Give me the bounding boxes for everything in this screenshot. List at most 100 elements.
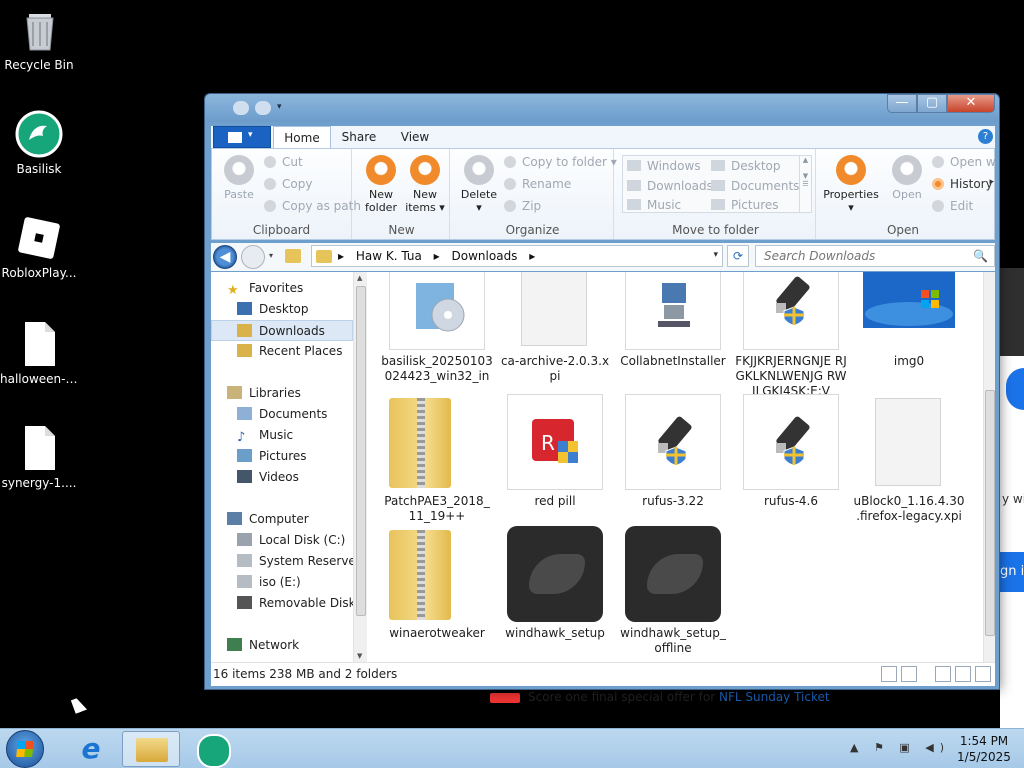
tab-share[interactable]: Share [335,126,383,148]
nav-downloads[interactable]: Downloads [211,320,353,341]
copy-as-path-button[interactable]: Copy as path [264,199,361,213]
move-to-windows[interactable]: Windows [627,159,701,173]
breadcrumb-user[interactable]: Haw K. Tua [356,249,422,263]
minimize-button[interactable]: — [887,94,917,113]
navigation-pane-toggle[interactable] [935,666,951,682]
content-scrollbar[interactable] [983,272,995,662]
breadcrumb-separator[interactable]: ▸ [338,249,344,263]
up-folder-icon[interactable] [285,249,301,263]
nav-removable-disk[interactable]: Removable Disk ( [211,593,353,614]
file-item[interactable]: CollabnetInstaller [617,272,729,369]
desktop-icon-halloween[interactable]: halloween-8... [0,320,78,386]
delete-button[interactable]: Delete ▾ [456,155,502,214]
file-item[interactable]: PatchPAE3_2018_ 11_19++ [381,394,493,524]
move-to-pictures[interactable]: Pictures [711,198,779,212]
file-item[interactable]: rufus-3.22 [617,394,729,509]
qat-new-folder-icon[interactable] [255,101,271,115]
nav-favorites[interactable]: ★ Favorites [211,278,353,299]
file-item[interactable]: ca-archive-2.0.3.x pi [499,272,611,384]
taskbar-file-explorer[interactable] [122,731,180,767]
search-icon[interactable]: 🔍 [973,249,988,263]
browser-avatar-button[interactable] [1006,368,1024,410]
desktop-icon-recycle-bin[interactable]: Recycle Bin [0,6,78,72]
content-scroll-thumb[interactable] [985,390,995,636]
breadcrumb-downloads[interactable]: Downloads [452,249,518,263]
nav-local-disk[interactable]: Local Disk (C:) [211,530,353,551]
back-button[interactable]: ◀ [213,245,237,269]
copy-to-folder-button[interactable]: Copy to folder ▾ [504,155,617,169]
title-bar[interactable]: ▾ — ▢ ✕ [205,94,999,122]
taskbar-basilisk[interactable] [184,731,242,768]
preview-pane-toggle[interactable] [955,666,971,682]
scroll-up-icon[interactable]: ▲ [357,274,362,282]
desktop-icon-synergy[interactable]: synergy-1.... [0,424,78,490]
file-item[interactable]: windhawk_setup [499,526,611,641]
file-item[interactable]: uBlock0_1.16.4.30 .firefox-legacy.xpi [853,394,965,524]
file-menu-button[interactable]: ▾ [213,126,271,148]
nav-music[interactable]: ♪ Music [211,425,353,446]
file-item[interactable]: windhawk_setup_ offline [617,526,729,656]
background-browser-window[interactable]: y with gn i [1000,268,1024,728]
move-to-music[interactable]: Music [627,198,681,212]
explorer-window[interactable]: ▾ — ▢ ✕ ▾ Home Share View ? Paste Cut Co… [204,93,1000,690]
file-item[interactable]: FKJJKRJERNGNJE RJGKLKNLWENJG RWJLGKJ4SK;… [735,272,847,399]
file-item[interactable]: winaerotweaker [381,526,493,641]
file-item[interactable]: img0 [853,272,965,369]
nav-pictures[interactable]: Pictures [211,446,353,467]
gallery-scroll[interactable]: ▲ ▼ ☰ [799,156,811,212]
search-box[interactable]: 🔍 [755,245,995,267]
large-icons-view-button[interactable] [901,666,917,682]
new-items-button[interactable]: New items ▾ [402,155,448,214]
file-item[interactable]: basilisk_20250103 024423_win32_in [381,272,493,384]
nav-network[interactable]: Network [211,635,353,656]
forward-button[interactable] [241,245,265,269]
nav-computer[interactable]: Computer [211,509,353,530]
address-bar[interactable]: ▸ Haw K. Tua ▸ Downloads ▸ ▾ [311,245,723,267]
nav-desktop[interactable]: Desktop [211,299,353,320]
desktop-icon-basilisk[interactable]: Basilisk [0,110,78,176]
rename-button[interactable]: Rename [504,177,571,191]
open-button[interactable]: Open [884,155,930,201]
history-button[interactable]: History [932,177,993,191]
nav-libraries[interactable]: Libraries [211,383,353,404]
nav-videos[interactable]: Videos [211,467,353,488]
nav-scrollbar[interactable]: ▲ ▼ [353,272,367,662]
zip-button[interactable]: Zip [504,199,541,213]
details-view-button[interactable] [881,666,897,682]
system-tray[interactable]: ▲ ⚑ ▣ ◀) [850,741,950,754]
scroll-down-icon[interactable]: ▼ [357,652,362,660]
file-item[interactable]: R red pill [499,394,611,509]
nav-documents[interactable]: Documents [211,404,353,425]
cut-button[interactable]: Cut [264,155,303,169]
move-to-desktop[interactable]: Desktop [711,159,781,173]
ad-link[interactable]: NFL Sunday Ticket [719,690,830,704]
browser-sign-in-button[interactable]: gn i [1000,552,1024,592]
maximize-button[interactable]: ▢ [917,94,947,113]
refresh-button[interactable]: ⟳ [727,245,749,267]
move-to-documents[interactable]: Documents [711,179,799,193]
tab-view[interactable]: View [391,126,439,148]
file-item[interactable]: rufus-4.6 [735,394,847,509]
close-button[interactable]: ✕ [947,94,995,113]
desktop-icon-roblox[interactable]: RobloxPlay... [0,214,78,280]
search-input[interactable] [756,246,966,266]
breadcrumb-separator[interactable]: ▸ [529,249,535,263]
qat-properties-icon[interactable] [233,101,249,115]
properties-button[interactable]: Properties ▾ [822,155,880,214]
help-icon[interactable]: ? [978,129,993,144]
taskbar-internet-explorer[interactable]: e [62,731,120,767]
qat-dropdown-icon[interactable]: ▾ [277,101,287,112]
start-button[interactable] [6,730,44,768]
browser-ad-strip[interactable]: Score one final special offer for NFL Su… [490,690,830,704]
move-to-downloads[interactable]: Downloads [627,179,713,193]
address-dropdown-icon[interactable]: ▾ [713,250,718,260]
edit-button[interactable]: Edit [932,199,973,213]
tab-home[interactable]: Home [273,126,331,149]
ribbon-scroll-right-icon[interactable]: ▸ [989,177,994,187]
breadcrumb-separator[interactable]: ▸ [434,249,440,263]
details-pane-toggle[interactable] [975,666,991,682]
nav-scroll-thumb[interactable] [356,286,366,616]
nav-system-reserved[interactable]: System Reserved [211,551,353,572]
nav-recent-places[interactable]: Recent Places [211,341,353,362]
open-with-button[interactable]: Open w [932,155,996,169]
